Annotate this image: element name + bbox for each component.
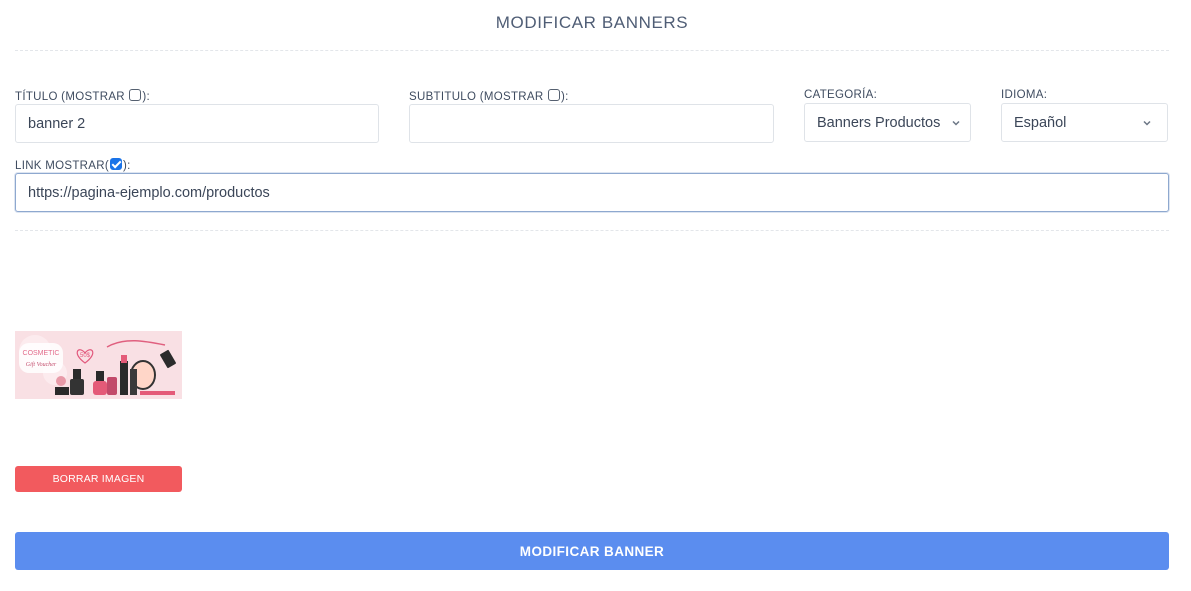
subtitulo-label-suffix: ): [560, 91, 569, 103]
subtitulo-label-text: SUBTITULO (MOSTRAR [409, 91, 547, 103]
chevron-down-icon [952, 120, 960, 126]
link-input-value: https://pagina-ejemplo.com/productos [28, 184, 270, 201]
form-divider [15, 230, 1169, 231]
idioma-selected: Español [1014, 114, 1067, 131]
link-label-suffix: ): [123, 160, 131, 172]
chevron-down-icon [1143, 120, 1151, 126]
link-input[interactable]: https://pagina-ejemplo.com/productos [15, 173, 1169, 212]
page-title: MODIFICAR BANNERS [495, 13, 689, 32]
titulo-label-suffix: ): [142, 91, 151, 103]
categoria-select[interactable]: Banners Productos [804, 103, 971, 142]
submit-button[interactable]: MODIFICAR BANNER [15, 532, 1169, 570]
titulo-input-value: banner 2 [28, 115, 86, 132]
titulo-mostrar-checkbox[interactable] [129, 89, 142, 101]
titulo-input[interactable]: banner 2 [15, 104, 379, 143]
banner-price: 50$ [80, 353, 91, 359]
subtitulo-mostrar-checkbox[interactable] [547, 89, 560, 101]
subtitulo-label: SUBTITULO (MOSTRAR ): [409, 89, 569, 104]
banner-script-text: Gift Voucher [26, 361, 57, 368]
link-mostrar-checkbox[interactable] [110, 158, 122, 170]
banner-image: COSMETIC Gift Voucher 50$ [15, 331, 182, 399]
link-label-text: LINK MOSTRAR( [15, 160, 109, 172]
header-divider [15, 50, 1169, 51]
categoria-selected: Banners Productos [817, 114, 941, 131]
link-label: LINK MOSTRAR(): [15, 158, 131, 173]
banner-artwork: COSMETIC Gift Voucher 50$ [15, 331, 182, 399]
banner-heading: COSMETIC [23, 350, 60, 357]
titulo-label-text: TÍTULO (MOSTRAR [15, 91, 129, 103]
categoria-label: CATEGORÍA: [804, 89, 878, 101]
idioma-select[interactable]: Español [1001, 103, 1168, 142]
titulo-label: TÍTULO (MOSTRAR ): [15, 89, 150, 104]
idioma-label: IDIOMA: [1001, 89, 1048, 101]
subtitulo-input[interactable] [409, 104, 774, 143]
delete-image-button[interactable]: BORRAR IMAGEN [15, 466, 182, 492]
